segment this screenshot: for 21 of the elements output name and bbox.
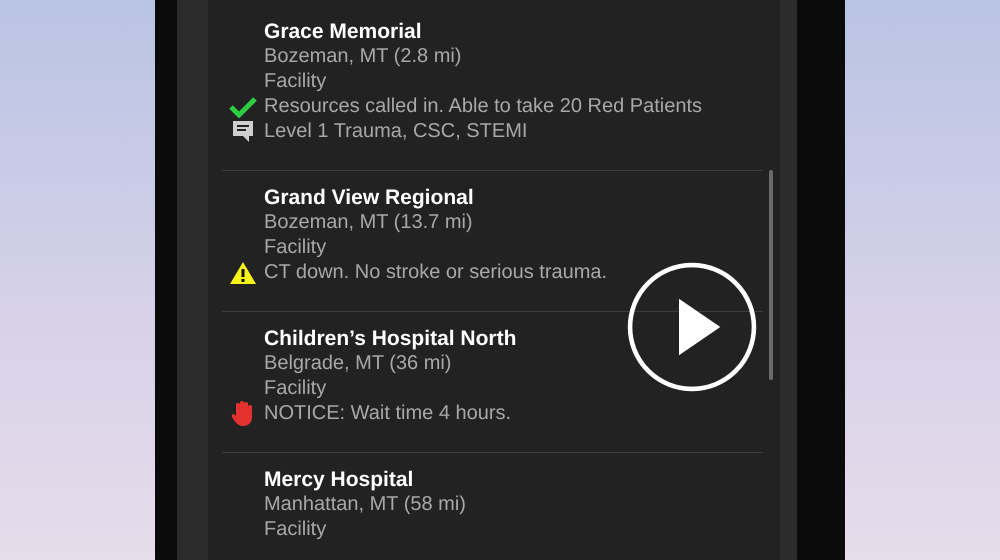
facility-name: Mercy Hospital (264, 468, 414, 492)
facility-type: Facility (264, 518, 326, 541)
comment-icon (231, 120, 255, 143)
status-message: CT down. No stroke or serious trauma. (264, 261, 608, 284)
checkmark-icon (229, 96, 257, 118)
capabilities-text: Level 1 Trauma, CSC, STEMI (264, 120, 528, 143)
facility-name: Grace Memorial (264, 20, 422, 44)
facility-location: Manhattan, MT (58 mi) (264, 493, 466, 516)
warning-icon (229, 260, 257, 284)
facility-location: Bozeman, MT (2.8 mi) (264, 45, 462, 68)
status-message: Resources called in. Able to take 20 Red Patients (264, 95, 702, 118)
facility-location: Belgrade, MT (36 mi) (264, 352, 452, 375)
facility-name: Children’s Hospital North (264, 326, 516, 350)
facility-location: Bozeman, MT (13.7 mi) (264, 211, 473, 234)
facility-name: Grand View Regional (264, 186, 474, 210)
facility-type: Facility (264, 377, 326, 400)
facility-type: Facility (264, 236, 326, 259)
facility-type: Facility (264, 70, 326, 93)
play-button[interactable] (627, 262, 757, 392)
scrollbar[interactable] (769, 170, 773, 380)
status-message: NOTICE: Wait time 4 hours. (264, 402, 512, 425)
